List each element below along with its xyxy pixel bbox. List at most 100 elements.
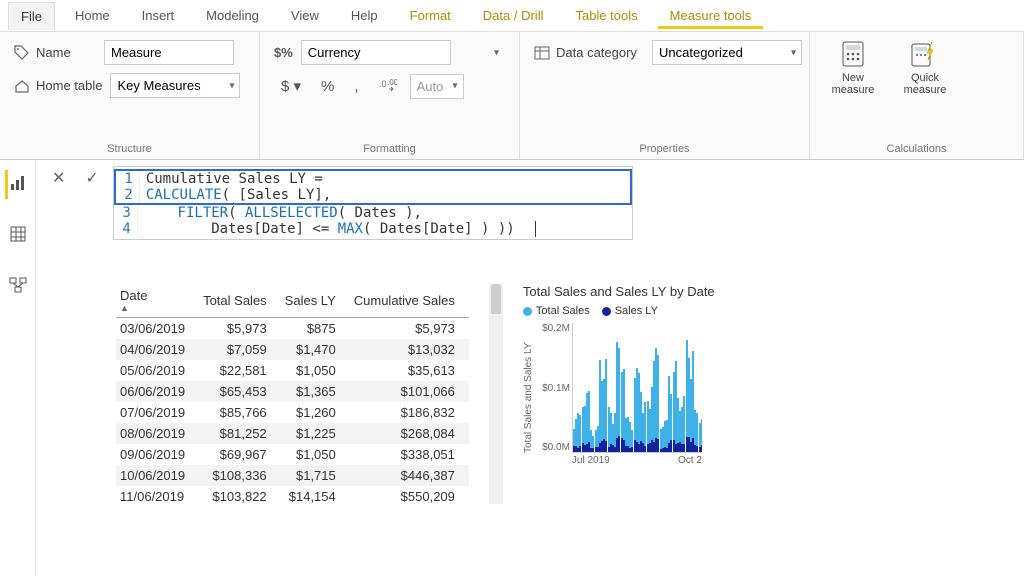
chart-plot: $0.2M $0.1M $0.0M Jul 2019 Oct 2	[534, 323, 704, 473]
comma-button[interactable]: ,	[347, 74, 365, 99]
ribbon-group-properties: Data category Properties	[520, 32, 810, 159]
table-cell: $14,154	[281, 486, 350, 507]
table-cell: $550,209	[350, 486, 469, 507]
name-input[interactable]	[104, 40, 234, 65]
home-table-dropdown[interactable]	[110, 73, 240, 98]
table-cell: $65,453	[199, 381, 281, 402]
chart-y-ticks: $0.2M $0.1M $0.0M	[534, 323, 570, 453]
table-header[interactable]: Date▲	[116, 284, 199, 318]
legend-label: Sales LY	[615, 305, 658, 317]
decimal-places-dropdown[interactable]	[410, 74, 464, 99]
table-row[interactable]: 05/06/2019$22,581$1,050$35,613	[116, 360, 469, 381]
table-row[interactable]: 11/06/2019$103,822$14,154$550,209	[116, 486, 469, 507]
quick-measure-button[interactable]: Quick measure	[896, 40, 954, 96]
structure-group-label: Structure	[14, 143, 245, 155]
formula-code: Dates[Date] <= MAX( Dates[Date] ) ))	[138, 221, 536, 237]
ribbon-tabs: File Home Insert Modeling View Help Form…	[0, 0, 1024, 32]
main-area: ✕ ✓ 1Cumulative Sales LY = 2CALCULATE( […	[0, 160, 1024, 576]
line-number: 2	[116, 187, 140, 203]
table-header[interactable]: Cumulative Sales	[350, 284, 469, 318]
line-number: 3	[114, 205, 138, 221]
category-icon	[534, 45, 550, 61]
legend-label: Total Sales	[536, 305, 590, 317]
svg-text:.00: .00	[387, 78, 397, 87]
tab-data-drill[interactable]: Data / Drill	[471, 2, 556, 29]
table-cell: 06/06/2019	[116, 381, 199, 402]
table-cell: 11/06/2019	[116, 486, 199, 507]
tab-help[interactable]: Help	[339, 2, 390, 29]
quick-measure-icon	[909, 40, 941, 68]
table-row[interactable]: 09/06/2019$69,967$1,050$338,051	[116, 444, 469, 465]
tab-measure-tools[interactable]: Measure tools	[658, 2, 764, 29]
table-row[interactable]: 07/06/2019$85,766$1,260$186,832	[116, 402, 469, 423]
quick-measure-label: Quick measure	[896, 72, 954, 96]
formula-code: Cumulative Sales LY =	[140, 171, 323, 187]
report-view-icon[interactable]	[5, 170, 31, 199]
new-measure-button[interactable]: New measure	[824, 40, 882, 96]
table-cell: $35,613	[350, 360, 469, 381]
legend-swatch	[523, 307, 532, 316]
tab-file[interactable]: File	[8, 2, 55, 30]
decimal-places-input[interactable]	[410, 74, 464, 99]
table-cell: $1,050	[281, 360, 350, 381]
table-header[interactable]: Total Sales	[199, 284, 281, 318]
chart-title: Total Sales and Sales LY by Date	[523, 284, 733, 299]
formula-editor[interactable]: 1Cumulative Sales LY = 2CALCULATE( [Sale…	[113, 166, 633, 240]
model-view-icon[interactable]	[5, 272, 31, 301]
tab-view[interactable]: View	[279, 2, 331, 29]
content-area: ✕ ✓ 1Cumulative Sales LY = 2CALCULATE( […	[36, 160, 1024, 576]
home-table-input[interactable]	[110, 73, 240, 98]
table-cell: $268,084	[350, 423, 469, 444]
decimals-button[interactable]: .0.00	[372, 74, 404, 99]
table-header[interactable]: Sales LY	[281, 284, 350, 318]
ribbon-group-structure: Name Home table Structure	[0, 32, 260, 159]
ribbon-group-calculations: New measure Quick measure Calculations	[810, 32, 1024, 159]
legend-swatch	[602, 307, 611, 316]
table-scrollbar[interactable]	[489, 284, 503, 504]
tab-home[interactable]: Home	[63, 2, 122, 29]
table-cell: $7,059	[199, 339, 281, 360]
table-cell: $1,715	[281, 465, 350, 486]
percent-button[interactable]: %	[314, 74, 341, 99]
table-cell: $186,832	[350, 402, 469, 423]
chart-legend: Total Sales Sales LY	[523, 305, 733, 317]
table-row[interactable]: 10/06/2019$108,336$1,715$446,387	[116, 465, 469, 486]
scrollbar-thumb[interactable]	[491, 284, 501, 314]
currency-button[interactable]: $ ▾	[274, 73, 308, 99]
chart-visual[interactable]: Total Sales and Sales LY by Date Total S…	[523, 284, 733, 576]
data-category-input[interactable]	[652, 40, 802, 65]
format-dropdown[interactable]	[301, 40, 505, 65]
table-row[interactable]: 04/06/2019$7,059$1,470$13,032	[116, 339, 469, 360]
tab-format[interactable]: Format	[398, 2, 463, 29]
svg-text:.0: .0	[379, 79, 387, 89]
calculator-icon	[837, 40, 869, 68]
legend-item: Total Sales	[523, 305, 590, 317]
data-category-dropdown[interactable]	[652, 40, 802, 65]
y-tick: $0.0M	[542, 442, 570, 453]
data-view-icon[interactable]	[5, 221, 31, 250]
y-tick: $0.2M	[542, 323, 570, 334]
line-number: 1	[116, 171, 140, 187]
table-row[interactable]: 08/06/2019$81,252$1,225$268,084	[116, 423, 469, 444]
line-number: 4	[114, 221, 138, 237]
table-row[interactable]: 03/06/2019$5,973$875$5,973	[116, 318, 469, 340]
home-table-label: Home table	[14, 78, 102, 94]
report-canvas[interactable]: Date▲Total SalesSales LYCumulative Sales…	[36, 244, 1024, 576]
table-cell: 07/06/2019	[116, 402, 199, 423]
table-cell: $1,225	[281, 423, 350, 444]
formula-commit-button[interactable]: ✓	[79, 166, 104, 190]
home-table-label-text: Home table	[36, 78, 102, 93]
tab-modeling[interactable]: Modeling	[194, 2, 271, 29]
table-cell: $108,336	[199, 465, 281, 486]
tag-icon	[14, 45, 30, 61]
table-cell: $101,066	[350, 381, 469, 402]
tab-table-tools[interactable]: Table tools	[563, 2, 649, 29]
table-visual[interactable]: Date▲Total SalesSales LYCumulative Sales…	[116, 284, 469, 576]
table-cell: 04/06/2019	[116, 339, 199, 360]
table-row[interactable]: 06/06/2019$65,453$1,365$101,066	[116, 381, 469, 402]
tab-insert[interactable]: Insert	[130, 2, 187, 29]
table-cell: 08/06/2019	[116, 423, 199, 444]
ribbon-body: Name Home table Structure $%	[0, 32, 1024, 160]
format-input[interactable]	[301, 40, 451, 65]
formula-cancel-button[interactable]: ✕	[46, 166, 71, 190]
